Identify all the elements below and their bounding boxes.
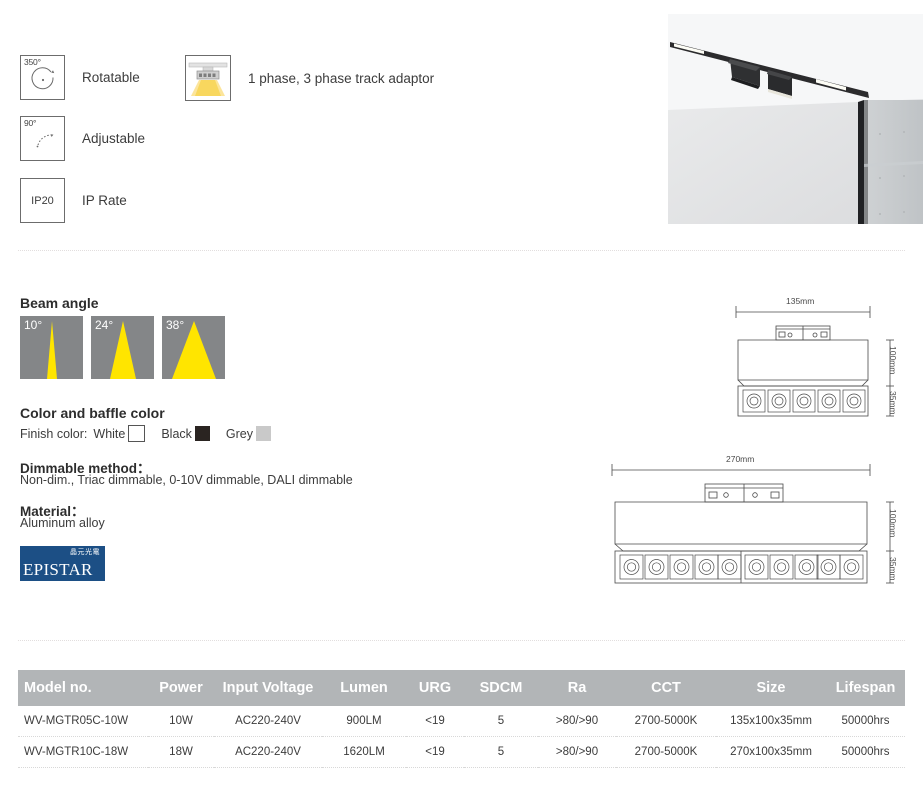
drawing-10-cell-svg (611, 464, 894, 584)
table-header-power: Power (148, 670, 214, 706)
cell-model: WV-MGTR10C-18W (18, 736, 148, 768)
finish-swatch-grey[interactable] (256, 426, 272, 441)
epistar-logo: 晶元光電 EPISTAR (20, 546, 105, 581)
cell-lumen: 900LM (322, 706, 406, 737)
cell-model: WV-MGTR05C-10W (18, 706, 148, 737)
drawing-10-cell-width-label: 270mm (726, 454, 755, 464)
divider-top (18, 250, 905, 252)
drawing-5-cell-svg (735, 306, 894, 417)
drawing-5-cell-fixture: 135mm 100mm 35mm (700, 296, 915, 426)
table-header-cct: CCT (616, 670, 716, 706)
cell-size: 270x100x35mm (716, 736, 826, 768)
feature-ip-rate-label: IP Rate (82, 193, 127, 208)
rotation-350-icon: 350° (20, 55, 65, 100)
feature-track-adaptor: 1 phase, 3 phase track adaptor (185, 55, 434, 101)
cell-cct: 2700-5000K (616, 736, 716, 768)
cell-lifespan: 50000hrs (826, 736, 905, 768)
drawing-10-cell-face-label: 35mm (888, 557, 898, 581)
cell-power: 10W (148, 706, 214, 737)
beam-angle-label-38: 38° (166, 318, 185, 332)
track-adaptor-icon (185, 55, 231, 101)
finish-color-label: Finish color: (20, 426, 88, 441)
finish-swatch-white[interactable] (128, 425, 146, 442)
table-header-urg: URG (406, 670, 464, 706)
cell-sdcm: 5 (464, 736, 538, 768)
drawing-5-cell-height-label: 100mm (888, 346, 898, 375)
cell-ra: >80/>90 (538, 706, 616, 737)
material-body: Aluminum alloy (20, 516, 105, 530)
table-header-sdcm: SDCM (464, 670, 538, 706)
feature-track-adaptor-label: 1 phase, 3 phase track adaptor (248, 70, 435, 86)
cell-lifespan: 50000hrs (826, 706, 905, 737)
beam-angle-label-10: 10° (24, 318, 43, 332)
cell-urg: <19 (406, 706, 464, 737)
beam-cone-24 (109, 321, 136, 379)
table-header-model: Model no. (18, 670, 148, 706)
ip-rating-value: IP20 (31, 194, 54, 207)
epistar-logo-cn: 晶元光電 (70, 548, 100, 556)
beam-cone-10 (46, 321, 57, 379)
feature-adjustable-label: Adjustable (82, 131, 146, 146)
product-application-photo (668, 14, 923, 224)
cell-lumen: 1620LM (322, 736, 406, 768)
drawing-10-cell-height-label: 100mm (888, 509, 898, 538)
cell-power: 18W (148, 736, 214, 768)
datasheet-page: 350° Rotatable 90° Adjustable IP20 IP Ra… (0, 0, 923, 787)
divider-above-table (18, 640, 905, 642)
tilt-arc-glyph (36, 134, 54, 148)
epistar-logo-en: EPISTAR (23, 560, 93, 579)
drawing-10-cell-fixture: 270mm 100mm 35mm (595, 452, 915, 597)
feature-rotatable-label: Rotatable (82, 70, 140, 85)
track-adaptor-glyph (188, 62, 228, 96)
finish-option-grey-label: Grey (225, 426, 254, 441)
feature-adjustable: 90° Adjustable (20, 116, 145, 161)
beam-angle-swatch-10: 10° (20, 316, 83, 379)
table-row: WV-MGTR05C-10W 10W AC220-240V 900LM <19 … (18, 706, 905, 737)
table-row: WV-MGTR10C-18W 18W AC220-240V 1620LM <19… (18, 736, 905, 768)
table-header-lifespan: Lifespan (826, 670, 905, 706)
feature-ip-rate: IP20 IP Rate (20, 178, 127, 223)
cell-input-voltage: AC220-240V (214, 736, 322, 768)
finish-option-black-label: Black (161, 426, 192, 441)
drawing-5-cell-face-label: 35mm (888, 391, 898, 415)
feature-rotatable: 350° Rotatable (20, 55, 140, 100)
beam-angle-title: Beam angle (20, 295, 99, 311)
specification-table: Model no. Power Input Voltage Lumen URG … (18, 670, 905, 768)
table-header-size: Size (716, 670, 826, 706)
cell-size: 135x100x35mm (716, 706, 826, 737)
color-section-title: Color and baffle color (20, 405, 165, 421)
finish-swatch-black[interactable] (194, 426, 210, 441)
table-header-row: Model no. Power Input Voltage Lumen URG … (18, 670, 905, 706)
finish-color-row: Finish color: White Black Grey (20, 425, 287, 442)
table-header-ra: Ra (538, 670, 616, 706)
cell-ra: >80/>90 (538, 736, 616, 768)
rotation-arc-glyph (31, 67, 55, 90)
cell-urg: <19 (406, 736, 464, 768)
photo-illustration (668, 14, 923, 224)
beam-angle-label-24: 24° (95, 318, 114, 332)
beam-angle-swatch-24: 24° (91, 316, 154, 379)
tilt-90-icon: 90° (20, 116, 65, 161)
cell-input-voltage: AC220-240V (214, 706, 322, 737)
dimmable-method-body: Non-dim., Triac dimmable, 0-10V dimmable… (20, 473, 353, 487)
drawing-5-cell-width-label: 135mm (786, 296, 815, 306)
beam-angle-swatch-38: 38° (162, 316, 225, 379)
table-header-input-voltage: Input Voltage (214, 670, 322, 706)
cell-sdcm: 5 (464, 706, 538, 737)
ip-rating-icon: IP20 (20, 178, 65, 223)
table-header-lumen: Lumen (322, 670, 406, 706)
finish-option-white-label: White (93, 426, 126, 441)
cell-cct: 2700-5000K (616, 706, 716, 737)
